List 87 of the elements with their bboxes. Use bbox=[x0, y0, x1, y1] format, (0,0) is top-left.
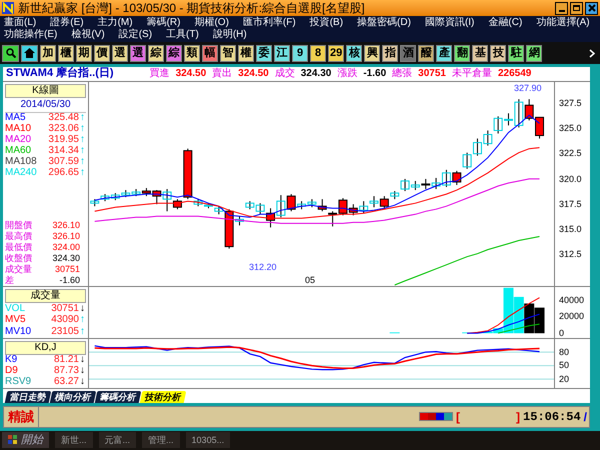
date-label: 2014/05/30 bbox=[5, 98, 86, 113]
indicator-value: 319.95 bbox=[48, 135, 79, 146]
indicator-name: MA108 bbox=[5, 157, 37, 168]
panel-title: K線圖 bbox=[5, 84, 86, 98]
quote-value: 30751 bbox=[54, 264, 80, 274]
indicator-name: MA5 bbox=[5, 113, 26, 124]
axis-label: 327.5 bbox=[559, 98, 582, 108]
indicator-name: RSV9 bbox=[5, 377, 32, 388]
axis-label: 315.0 bbox=[559, 224, 582, 234]
trend-arrow: ↓ bbox=[79, 377, 86, 388]
trend-arrow: ↑ bbox=[79, 135, 86, 146]
indicator-name: VOL bbox=[5, 304, 26, 314]
indicator-name: MV10 bbox=[5, 326, 32, 337]
axis-label: 80 bbox=[559, 346, 570, 357]
quote-value: 324.30 bbox=[300, 68, 332, 79]
quote-value: -1.60 bbox=[363, 68, 386, 79]
quote-label: 成交量 bbox=[5, 264, 32, 274]
indicator-value: 307.59 bbox=[48, 157, 79, 168]
indicator-value: 323.06 bbox=[48, 124, 79, 134]
quote-label: 賣出 bbox=[212, 68, 232, 79]
indicator-value: 325.48 bbox=[48, 113, 79, 124]
quote-label: 未平倉量 bbox=[452, 68, 492, 79]
high-price-label: 327.90 bbox=[514, 84, 542, 93]
x-axis-label: 05 bbox=[305, 276, 316, 285]
bracket-open: [ bbox=[456, 410, 460, 423]
indicator-value: 23105 bbox=[51, 326, 79, 337]
status-label: 精誠 bbox=[4, 406, 39, 427]
quote-value: 324.30 bbox=[52, 254, 80, 263]
indicator-value: 63.27 bbox=[54, 377, 79, 388]
indicator-value: 296.65 bbox=[48, 168, 79, 178]
indicator-name: MA60 bbox=[5, 146, 32, 156]
trend-arrow: ↓ bbox=[79, 304, 86, 314]
quote-value: 30751 bbox=[418, 68, 446, 79]
quote-label: 總張 bbox=[392, 68, 412, 79]
clock-time: 15:06:54 bbox=[523, 410, 581, 423]
slash-mark: / bbox=[584, 410, 587, 423]
axis-label: 312.5 bbox=[559, 249, 582, 260]
axis-label: 317.5 bbox=[559, 198, 582, 209]
trend-arrow: ↑ bbox=[79, 168, 86, 178]
trend-arrow: ↑ bbox=[79, 326, 86, 337]
axis-label: 320.0 bbox=[559, 174, 582, 184]
indicator-value: 43090 bbox=[51, 315, 79, 326]
trend-arrow: ↓ bbox=[79, 355, 86, 366]
axis-label: 322.5 bbox=[559, 148, 582, 158]
window-title: 新世紀贏家 [台灣] - 103/05/30 - 期貨技術分析:綜合自選股[名望股] bbox=[18, 2, 365, 14]
quote-value: 324.50 bbox=[176, 68, 206, 79]
quote-value: 324.50 bbox=[238, 68, 269, 79]
indicator-value: 314.34 bbox=[48, 146, 79, 156]
trend-arrow: ↑ bbox=[79, 146, 86, 156]
quote-label: 漲跌 bbox=[337, 68, 358, 79]
panel-title: KD,J bbox=[5, 340, 86, 355]
axis-label: 325.0 bbox=[559, 123, 582, 134]
trend-arrow: ↑ bbox=[79, 157, 86, 168]
indicator-name: D9 bbox=[5, 366, 18, 376]
quote-value: 326.10 bbox=[52, 232, 80, 241]
panel-title: 成交量 bbox=[5, 288, 86, 303]
symbol-label: STWAM4 摩台指..(日) bbox=[6, 68, 114, 80]
quote-label: 買進 bbox=[150, 68, 170, 79]
indicator-value: 30751 bbox=[51, 304, 79, 314]
quote-label: 差 bbox=[5, 276, 14, 285]
axis-label: 40000 bbox=[559, 294, 584, 305]
trend-arrow: ↑ bbox=[79, 113, 86, 124]
indicator-name: MA20 bbox=[5, 135, 32, 146]
quote-value: -1.60 bbox=[59, 276, 80, 285]
trend-arrow: ↑ bbox=[79, 315, 86, 326]
quote-label: 收盤價 bbox=[5, 254, 32, 263]
quote-value: 226549 bbox=[498, 68, 532, 79]
quote-label: 成交 bbox=[274, 68, 295, 79]
trend-arrow: ↓ bbox=[79, 366, 86, 376]
indicator-name: MA240 bbox=[5, 168, 37, 178]
axis-label: 0 bbox=[559, 328, 564, 338]
indicator-name: MV5 bbox=[5, 315, 26, 326]
indicator-name: MA10 bbox=[5, 124, 32, 134]
trend-arrow: ↑ bbox=[79, 124, 86, 134]
axis-label: 20 bbox=[559, 374, 570, 384]
low-price-label: 312.20 bbox=[249, 262, 277, 272]
quote-label: 開盤價 bbox=[5, 220, 32, 230]
axis-label: 20000 bbox=[559, 311, 584, 322]
indicator-name: K9 bbox=[5, 355, 18, 366]
axis-label: 50 bbox=[559, 360, 570, 370]
indicator-value: 87.73 bbox=[54, 366, 79, 376]
bracket-close: ] bbox=[516, 410, 520, 423]
quote-value: 324.00 bbox=[52, 242, 80, 252]
indicator-value: 81.21 bbox=[54, 355, 79, 366]
quote-label: 最高價 bbox=[5, 232, 32, 241]
quote-label: 最低價 bbox=[5, 242, 32, 252]
quote-value: 326.10 bbox=[52, 220, 80, 230]
